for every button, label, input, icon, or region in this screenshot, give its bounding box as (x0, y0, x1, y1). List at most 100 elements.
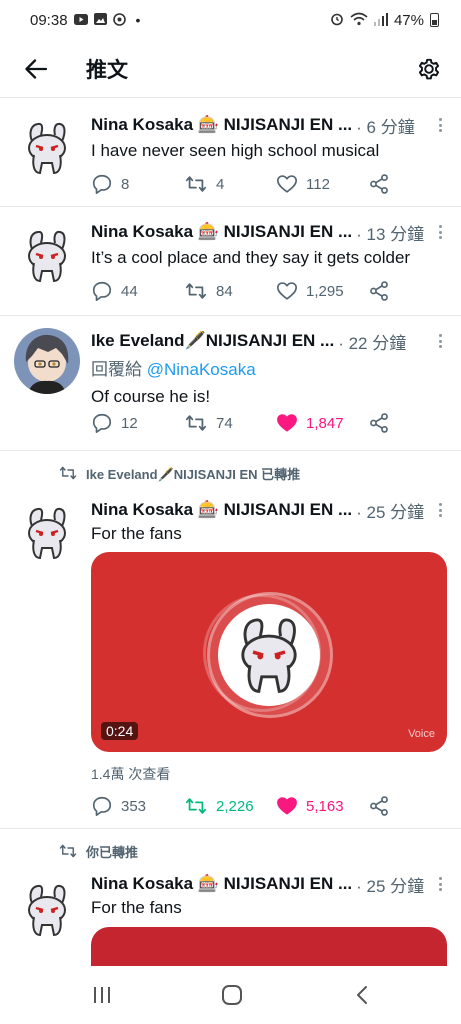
avatar[interactable] (14, 877, 80, 943)
share-button[interactable] (368, 173, 390, 195)
more-options-icon[interactable] (433, 223, 447, 241)
reply-button[interactable]: 353 (91, 795, 146, 817)
notification-dot: • (135, 12, 141, 28)
reply-count: 12 (121, 414, 138, 432)
author-name[interactable]: Nina Kosaka 🎰 NIJISANJI EN ... (91, 115, 352, 135)
tweet-time: · 25 分鐘 (356, 502, 425, 522)
like-count: 5,163 (306, 797, 344, 815)
system-nav-bar (0, 966, 461, 1024)
author-name[interactable]: Nina Kosaka 🎰 NIJISANJI EN ... (91, 222, 352, 242)
retweet-count: 74 (216, 414, 233, 432)
signal-icon (373, 12, 388, 28)
more-options-icon[interactable] (433, 501, 447, 519)
youtube-icon (73, 13, 88, 27)
like-count: 112 (306, 175, 330, 193)
status-time: 09:38 (30, 11, 68, 29)
retweet-icon (185, 283, 207, 299)
avatar[interactable] (14, 328, 80, 394)
reply-button[interactable]: 12 (91, 412, 138, 434)
status-bar: 09:38 • 47% (0, 0, 461, 40)
retweet-button[interactable]: 2,226 (184, 795, 254, 817)
tweet[interactable]: Nina Kosaka 🎰 NIJISANJI EN ... · 13 分鐘 I… (0, 207, 461, 316)
retweet-banner-text: Ike Eveland🖋️NIJISANJI EN 已轉推 (86, 466, 301, 482)
tweet-text: It’s a cool place and they say it gets c… (91, 248, 411, 267)
heart-icon (277, 175, 297, 193)
tweet[interactable]: Nina Kosaka 🎰 NIJISANJI EN ... · 6 分鐘 I … (0, 99, 461, 207)
home-icon[interactable] (212, 975, 252, 1015)
retweet-button[interactable]: 4 (184, 173, 224, 195)
retweet-banner[interactable]: 你已轉推 (58, 841, 138, 861)
media-avatar (218, 604, 320, 706)
media-duration: 0:24 (101, 722, 139, 740)
more-options-icon[interactable] (433, 116, 447, 134)
reply-icon (92, 174, 112, 194)
reply-to-line: 回覆給 @NinaKosaka (91, 355, 447, 380)
tweet-time: · 6 分鐘 (356, 117, 415, 137)
avatar[interactable] (14, 223, 80, 289)
reply-button[interactable]: 44 (91, 280, 138, 302)
tweet-text: For the fans (91, 524, 182, 543)
author-name[interactable]: Nina Kosaka 🎰 NIJISANJI EN ... (91, 874, 352, 894)
tweet[interactable]: 你已轉推 Nina Kosaka 🎰 NIJISANJI EN ... · 25… (0, 829, 461, 989)
tweet[interactable]: Ike Eveland🖋️NIJISANJI EN 已轉推 Nina Kosak… (0, 451, 461, 829)
tweet-feed: Nina Kosaka 🎰 NIJISANJI EN ... · 6 分鐘 I … (0, 99, 461, 989)
back-icon[interactable] (342, 975, 382, 1015)
share-button[interactable] (368, 280, 390, 302)
retweet-count: 2,226 (216, 797, 254, 815)
retweet-count: 84 (216, 282, 233, 300)
reply-icon (92, 281, 112, 301)
reply-count: 353 (121, 797, 147, 815)
tweet-actions: 353 2,226 5,163 (91, 794, 401, 818)
like-button[interactable]: 5,163 (276, 795, 344, 817)
app-icon (112, 12, 126, 28)
tweet-text: I have never seen high school musical (91, 141, 380, 160)
more-options-icon[interactable] (433, 875, 447, 893)
retweet-icon (185, 415, 207, 431)
heart-filled-icon (277, 414, 297, 432)
voice-media-card[interactable]: 0:24 Voice (91, 552, 447, 752)
share-button[interactable] (368, 412, 390, 434)
battery-text: 47% (393, 11, 424, 29)
author-name[interactable]: Nina Kosaka 🎰 NIJISANJI EN ... (91, 500, 352, 520)
tweet[interactable]: Ike Eveland🖋️NIJISANJI EN ... · 22 分鐘 回覆… (0, 316, 461, 451)
back-arrow-icon[interactable] (18, 51, 54, 87)
like-button[interactable]: 112 (276, 173, 330, 195)
retweet-icon (59, 844, 77, 858)
avatar[interactable] (14, 500, 80, 566)
like-button[interactable]: 1,847 (276, 412, 344, 434)
retweet-active-icon (185, 798, 207, 814)
author-name[interactable]: Ike Eveland🖋️NIJISANJI EN ... (91, 331, 334, 351)
reply-to-label: 回覆給 (91, 360, 147, 379)
like-count: 1,295 (306, 282, 344, 300)
share-icon (370, 413, 388, 433)
battery-icon (430, 13, 439, 27)
share-button[interactable] (368, 795, 390, 817)
page-title: 推文 (86, 58, 128, 82)
mention-link[interactable]: @NinaKosaka (147, 360, 256, 379)
heart-filled-icon (277, 797, 297, 815)
recents-icon[interactable] (82, 975, 122, 1015)
retweet-banner[interactable]: Ike Eveland🖋️NIJISANJI EN 已轉推 (58, 463, 300, 483)
retweet-button[interactable]: 84 (184, 280, 233, 302)
gear-icon[interactable] (413, 53, 445, 85)
retweet-icon (59, 466, 77, 480)
tweet-time: · 13 分鐘 (356, 224, 425, 244)
tweet-time: · 22 分鐘 (338, 333, 407, 353)
share-icon (370, 281, 388, 301)
header: 推文 (0, 40, 461, 98)
tweet-actions: 44 84 1,295 (91, 279, 401, 303)
reply-button[interactable]: 8 (91, 173, 129, 195)
tweet-time: · 25 分鐘 (356, 876, 425, 896)
like-count: 1,847 (306, 414, 344, 432)
share-icon (370, 174, 388, 194)
retweet-button[interactable]: 74 (184, 412, 233, 434)
like-button[interactable]: 1,295 (276, 280, 344, 302)
reply-count: 8 (121, 175, 130, 193)
tweet-actions: 8 4 112 (91, 172, 401, 196)
wifi-icon (350, 12, 368, 28)
more-options-icon[interactable] (433, 332, 447, 350)
avatar[interactable] (14, 115, 80, 181)
share-icon (370, 796, 388, 816)
reply-icon (92, 796, 112, 816)
tweet-text: For the fans (91, 898, 182, 917)
